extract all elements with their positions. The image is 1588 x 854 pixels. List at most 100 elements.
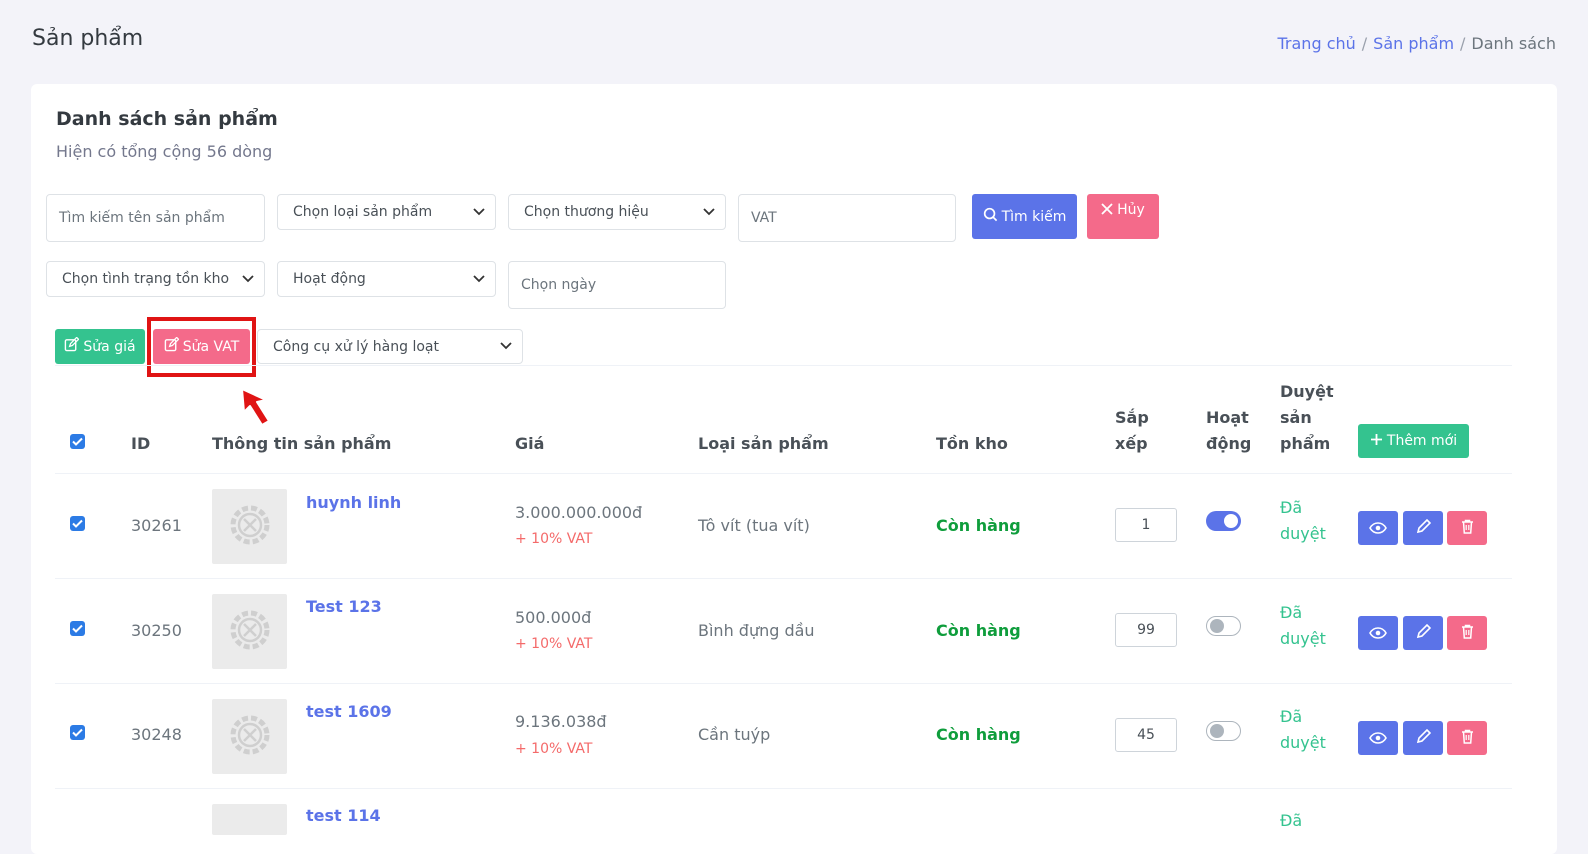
date-picker-input[interactable]: Chọn ngày bbox=[508, 261, 726, 309]
product-name-link[interactable]: Test 123 bbox=[306, 597, 382, 616]
column-header-active: Hoạt động bbox=[1206, 405, 1251, 457]
column-header-approval-line: Duyệt bbox=[1280, 382, 1334, 401]
edit-price-button[interactable]: Sửa giá bbox=[55, 329, 145, 364]
tools-placeholder-icon bbox=[228, 713, 272, 761]
sort-order-input[interactable]: 45 bbox=[1115, 718, 1177, 752]
row-id: 30261 bbox=[131, 516, 182, 535]
active-toggle[interactable] bbox=[1206, 511, 1241, 531]
product-thumbnail bbox=[212, 489, 287, 564]
cancel-button[interactable]: Hủy bbox=[1087, 194, 1159, 239]
divider bbox=[55, 473, 1512, 474]
column-header-approval: Duyệt sản phẩm bbox=[1280, 379, 1334, 457]
edit-button[interactable] bbox=[1403, 721, 1443, 755]
active-status-select[interactable]: Hoạt động bbox=[277, 261, 496, 297]
product-name-link[interactable]: huynh linh bbox=[306, 493, 401, 512]
sort-order-input[interactable]: 99 bbox=[1115, 613, 1177, 647]
brand-select-value: Chọn thương hiệu bbox=[524, 204, 649, 220]
product-category: Cần tuýp bbox=[698, 725, 771, 744]
approval-status-line: Đã bbox=[1280, 498, 1303, 517]
column-header-price: Giá bbox=[515, 434, 545, 453]
active-toggle[interactable] bbox=[1206, 721, 1241, 741]
approval-status-line: duyệt bbox=[1280, 733, 1326, 752]
card-title: Danh sách sản phẩm bbox=[56, 108, 278, 130]
select-all-checkbox[interactable] bbox=[70, 434, 85, 449]
product-price: 500.000đ bbox=[515, 608, 592, 627]
breadcrumb-home-link[interactable]: Trang chủ bbox=[1278, 34, 1356, 53]
pencil-icon bbox=[1416, 518, 1431, 538]
row-checkbox[interactable] bbox=[70, 725, 85, 740]
date-placeholder: Chọn ngày bbox=[521, 277, 597, 293]
product-thumbnail bbox=[212, 594, 287, 669]
row-id: 30250 bbox=[131, 621, 182, 640]
add-new-label: Thêm mới bbox=[1386, 433, 1458, 449]
breadcrumb-current: Danh sách bbox=[1471, 34, 1556, 53]
pencil-icon bbox=[1416, 728, 1431, 748]
column-header-approval-line: sản bbox=[1280, 408, 1312, 427]
breadcrumb-products-link[interactable]: Sản phẩm bbox=[1373, 34, 1454, 53]
delete-button[interactable] bbox=[1447, 616, 1487, 650]
view-button[interactable] bbox=[1358, 721, 1398, 755]
approval-status-line: Đã bbox=[1280, 707, 1303, 726]
tools-placeholder-icon bbox=[228, 503, 272, 551]
brand-select[interactable]: Chọn thương hiệu bbox=[508, 194, 726, 230]
edit-button[interactable] bbox=[1403, 511, 1443, 545]
column-header-sort: Sắp xếp bbox=[1115, 405, 1149, 457]
bulk-tools-value: Công cụ xử lý hàng loạt bbox=[273, 338, 439, 355]
delete-button[interactable] bbox=[1447, 721, 1487, 755]
column-header-sort-line: xếp bbox=[1115, 434, 1148, 453]
delete-button[interactable] bbox=[1447, 511, 1487, 545]
product-name-link[interactable]: test 114 bbox=[306, 806, 381, 825]
column-header-active-line: động bbox=[1206, 434, 1252, 453]
stock-status: Còn hàng bbox=[936, 516, 1021, 535]
approval-status-line: duyệt bbox=[1280, 629, 1326, 648]
sort-order-input[interactable]: 1 bbox=[1115, 508, 1177, 542]
vat-note: + 10% VAT bbox=[515, 531, 593, 547]
edit-icon bbox=[64, 336, 80, 356]
pencil-icon bbox=[1416, 623, 1431, 643]
column-header-approval-line: phẩm bbox=[1280, 434, 1331, 453]
vat-input[interactable]: VAT bbox=[738, 194, 956, 242]
bulk-tools-select[interactable]: Công cụ xử lý hàng loạt bbox=[257, 329, 523, 364]
close-icon bbox=[1101, 203, 1113, 219]
view-button[interactable] bbox=[1358, 616, 1398, 650]
divider bbox=[55, 578, 1512, 579]
column-header-sort-line: Sắp bbox=[1115, 408, 1149, 427]
breadcrumb-separator: / bbox=[1460, 34, 1466, 53]
product-thumbnail bbox=[212, 804, 287, 835]
product-category: Bình đựng dầu bbox=[698, 621, 815, 640]
column-header-category: Loại sản phẩm bbox=[698, 434, 829, 453]
approval-status: Đã duyệt bbox=[1280, 704, 1340, 756]
search-input[interactable]: Tìm kiếm tên sản phẩm bbox=[46, 194, 265, 242]
eye-icon bbox=[1369, 519, 1387, 538]
search-icon bbox=[983, 207, 998, 226]
trash-icon bbox=[1461, 624, 1474, 643]
divider bbox=[55, 788, 1512, 789]
vat-placeholder: VAT bbox=[751, 210, 777, 226]
category-select[interactable]: Chọn loại sản phẩm bbox=[277, 194, 496, 230]
chevron-down-icon bbox=[473, 205, 485, 220]
search-placeholder: Tìm kiếm tên sản phẩm bbox=[59, 210, 225, 226]
active-toggle[interactable] bbox=[1206, 616, 1241, 636]
row-count-text: Hiện có tổng cộng 56 dòng bbox=[56, 142, 273, 161]
approval-status-line: Đã bbox=[1280, 603, 1303, 622]
product-price: 9.136.038đ bbox=[515, 712, 607, 731]
search-button[interactable]: Tìm kiếm bbox=[972, 194, 1077, 239]
view-button[interactable] bbox=[1358, 511, 1398, 545]
row-checkbox[interactable] bbox=[70, 621, 85, 636]
edit-button[interactable] bbox=[1403, 616, 1443, 650]
plus-icon bbox=[1370, 433, 1383, 450]
stock-status-select[interactable]: Chọn tình trạng tồn kho bbox=[46, 261, 265, 297]
approval-status: Đã bbox=[1280, 808, 1340, 835]
row-checkbox[interactable] bbox=[70, 516, 85, 531]
vat-note: + 10% VAT bbox=[515, 636, 593, 652]
column-header-id: ID bbox=[131, 434, 151, 453]
toggle-knob bbox=[1210, 619, 1224, 633]
column-header-product-info: Thông tin sản phẩm bbox=[212, 434, 392, 453]
breadcrumb: Trang chủ / Sản phẩm / Danh sách bbox=[1278, 34, 1557, 53]
trash-icon bbox=[1461, 729, 1474, 748]
chevron-down-icon bbox=[500, 339, 512, 354]
page-title: Sản phẩm bbox=[32, 26, 144, 51]
product-name-link[interactable]: test 1609 bbox=[306, 702, 392, 721]
add-new-button[interactable]: Thêm mới bbox=[1358, 424, 1469, 458]
arrow-cursor-icon bbox=[238, 386, 276, 434]
